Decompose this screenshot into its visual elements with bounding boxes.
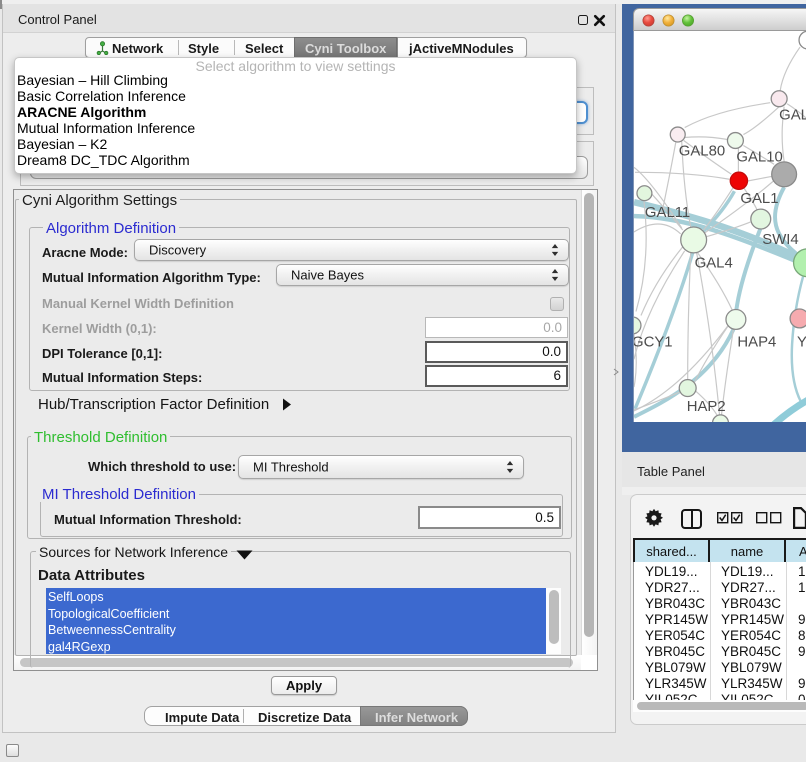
svg-text:HAP2: HAP2 — [687, 399, 726, 415]
svg-text:GAL1: GAL1 — [740, 191, 778, 207]
svg-text:GCY1: GCY1 — [633, 334, 673, 350]
svg-text:GAL11: GAL11 — [645, 205, 690, 221]
svg-text:HAP4: HAP4 — [737, 334, 776, 350]
svg-text:SWI4: SWI4 — [762, 232, 798, 248]
svg-text:GAL80: GAL80 — [679, 143, 725, 159]
svg-text:GAL2: GAL2 — [779, 108, 806, 124]
svg-text:GAL10: GAL10 — [736, 149, 782, 165]
svg-text:YD: YD — [797, 334, 806, 350]
svg-text:GAL4: GAL4 — [695, 256, 733, 272]
